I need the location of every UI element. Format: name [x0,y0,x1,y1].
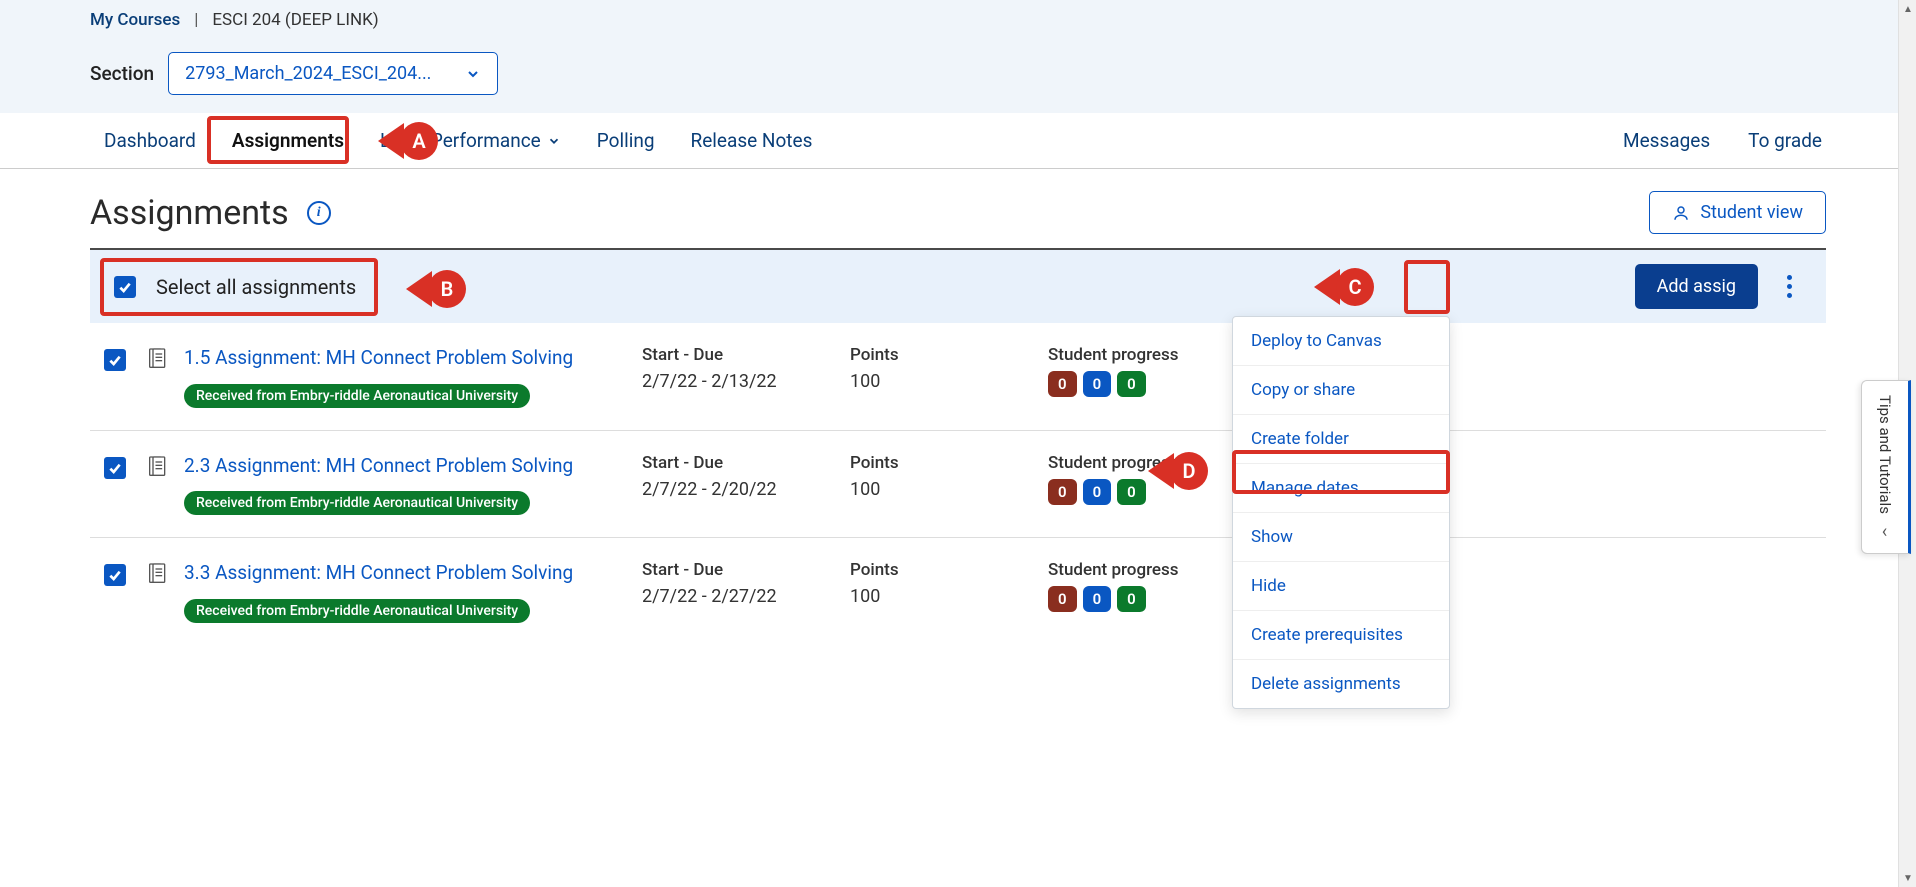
more-actions-menu: Deploy to Canvas Copy or share Create fo… [1232,316,1450,709]
progress-pill-red[interactable]: 0 [1048,586,1077,612]
document-icon [148,345,176,375]
progress-pill-blue[interactable]: 0 [1083,586,1112,612]
section-selected-value: 2793_March_2024_ESCI_204... [185,63,431,84]
row-checkbox[interactable] [104,349,126,371]
dates-value: 2/7/22 - 2/20/22 [642,479,842,500]
scroll-down-arrow-icon[interactable]: ▼ [1899,869,1916,887]
student-view-label: Student view [1700,202,1803,223]
points-label: Points [850,453,1040,473]
received-badge: Received from Embry-riddle Aeronautical … [184,384,530,408]
assignment-row: 3.3 Assignment: MH Connect Problem Solvi… [90,538,1826,645]
info-icon[interactable]: i [307,201,331,225]
tips-tab-label: Tips and Tutorials [1876,395,1894,514]
points-label: Points [850,560,1040,580]
check-icon [107,567,123,583]
breadcrumb-separator: | [194,10,198,30]
points-value: 100 [850,371,1040,392]
assignment-row: 1.5 Assignment: MH Connect Problem Solvi… [90,323,1826,431]
check-icon [107,352,123,368]
add-assignment-button[interactable]: Add assig [1635,264,1758,309]
person-icon [1672,204,1690,222]
document-icon [148,560,176,590]
progress-label: Student progress [1048,345,1248,365]
document-icon [148,453,176,483]
assignment-title-link[interactable]: 3.3 Assignment: MH Connect Problem Solvi… [184,561,573,584]
section-dropdown[interactable]: 2793_March_2024_ESCI_204... [168,52,498,95]
nav-bar: Dashboard Assignments Li Performance Pol… [0,113,1916,169]
progress-pill-blue[interactable]: 0 [1083,371,1112,397]
nav-dashboard[interactable]: Dashboard [100,119,200,162]
more-actions-button[interactable] [1770,265,1808,309]
row-checkbox[interactable] [104,564,126,586]
progress-pill-green[interactable]: 0 [1117,371,1146,397]
dot-icon [1787,275,1792,280]
points-label: Points [850,345,1040,365]
tips-and-tutorials-tab[interactable]: Tips and Tutorials › [1861,380,1911,554]
check-icon [107,460,123,476]
chevron-left-icon: › [1882,522,1887,543]
row-checkbox[interactable] [104,457,126,479]
callout-b: B [406,270,466,308]
progress-label: Student progress [1048,560,1248,580]
select-all-label: Select all assignments [156,275,356,299]
nav-messages[interactable]: Messages [1619,119,1714,162]
dates-label: Start - Due [642,345,842,365]
menu-deploy-to-canvas[interactable]: Deploy to Canvas [1233,317,1449,366]
nav-assignments[interactable]: Assignments [228,119,348,162]
menu-manage-dates[interactable]: Manage dates [1233,464,1449,513]
menu-hide[interactable]: Hide [1233,562,1449,611]
assignment-row: 2.3 Assignment: MH Connect Problem Solvi… [90,431,1826,539]
menu-create-folder[interactable]: Create folder [1233,415,1449,464]
assignment-title-link[interactable]: 2.3 Assignment: MH Connect Problem Solvi… [184,454,573,477]
progress-pill-blue[interactable]: 0 [1083,479,1112,505]
student-view-button[interactable]: Student view [1649,191,1826,234]
chevron-down-icon [547,134,561,148]
callout-a-label: A [400,122,438,160]
section-label: Section [90,62,154,85]
callout-c: C [1314,268,1374,306]
dates-label: Start - Due [642,453,842,473]
nav-polling[interactable]: Polling [593,119,659,162]
callout-c-label: C [1336,268,1374,306]
callout-d-label: D [1170,452,1208,490]
assignments-toolbar: Select all assignments Add assig [90,250,1826,323]
callout-b-label: B [428,270,466,308]
page-title: Assignments i [90,193,331,233]
menu-show[interactable]: Show [1233,513,1449,562]
nav-release-notes[interactable]: Release Notes [687,119,817,162]
breadcrumb: My Courses | ESCI 204 (DEEP LINK) [90,8,1826,30]
menu-create-prerequisites[interactable]: Create prerequisites [1233,611,1449,660]
nav-performance[interactable]: Performance [427,119,565,162]
menu-copy-or-share[interactable]: Copy or share [1233,366,1449,415]
received-badge: Received from Embry-riddle Aeronautical … [184,491,530,515]
breadcrumb-my-courses[interactable]: My Courses [90,10,180,30]
callout-d: D [1148,452,1208,490]
menu-delete-assignments[interactable]: Delete assignments [1233,660,1449,708]
progress-pill-red[interactable]: 0 [1048,479,1077,505]
dot-icon [1787,284,1792,289]
received-badge: Received from Embry-riddle Aeronautical … [184,599,530,623]
dates-label: Start - Due [642,560,842,580]
progress-pill-green[interactable]: 0 [1117,586,1146,612]
points-value: 100 [850,479,1040,500]
page-title-text: Assignments [90,193,289,233]
assignment-title-link[interactable]: 1.5 Assignment: MH Connect Problem Solvi… [184,346,573,369]
dot-icon [1787,293,1792,298]
breadcrumb-current: ESCI 204 (DEEP LINK) [212,10,378,30]
callout-a: A [378,122,438,160]
dates-value: 2/7/22 - 2/13/22 [642,371,842,392]
progress-pill-green[interactable]: 0 [1117,479,1146,505]
select-all-checkbox[interactable] [114,276,136,298]
chevron-down-icon [465,66,481,82]
nav-performance-label: Performance [431,129,541,152]
dates-value: 2/7/22 - 2/27/22 [642,586,842,607]
check-icon [117,279,133,295]
scroll-up-arrow-icon[interactable]: ▲ [1899,0,1916,18]
nav-to-grade[interactable]: To grade [1744,119,1826,162]
points-value: 100 [850,586,1040,607]
progress-pill-red[interactable]: 0 [1048,371,1077,397]
